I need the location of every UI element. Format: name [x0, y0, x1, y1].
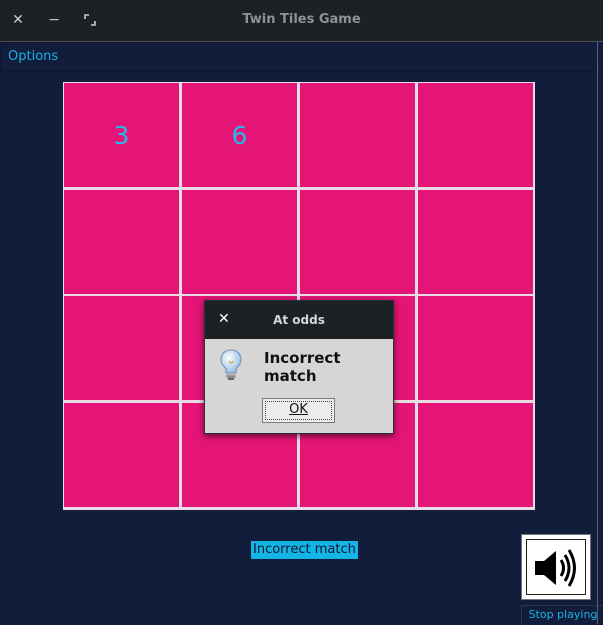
- menu-bar: Options: [0, 42, 599, 72]
- tile-r3-c1[interactable]: [64, 296, 179, 400]
- lightbulb-icon: [220, 349, 242, 380]
- window-edge: [597, 42, 603, 624]
- sound-button-frame: [526, 539, 586, 595]
- window-title: Twin Tiles Game: [242, 12, 361, 27]
- ok-button[interactable]: OK: [262, 398, 335, 423]
- sound-toggle-button[interactable]: [521, 534, 591, 600]
- tile-r2-c1[interactable]: [64, 190, 179, 294]
- tile-r2-c3[interactable]: [300, 190, 415, 294]
- stop-playing-label[interactable]: Stop playing: [521, 605, 603, 625]
- status-message: Incorrect match: [251, 541, 358, 559]
- tile-r4-c1[interactable]: [64, 403, 179, 507]
- alert-dialog: ✕ At odds Incorrect match OK: [204, 300, 394, 434]
- tile-r1-c3[interactable]: [300, 83, 415, 187]
- tile-r1-c1[interactable]: 3: [64, 83, 179, 187]
- tile-r2-c2[interactable]: [182, 190, 297, 294]
- dialog-title: At odds: [273, 313, 325, 327]
- tile-r1-c4[interactable]: [418, 83, 533, 187]
- dialog-titlebar: ✕ At odds: [205, 301, 393, 339]
- tile-r3-c4[interactable]: [418, 296, 533, 400]
- dialog-message: Incorrect match: [264, 349, 341, 385]
- tile-r4-c4[interactable]: [418, 403, 533, 507]
- game-board: 36: [63, 82, 535, 510]
- tile-r1-c2[interactable]: 6: [182, 83, 297, 187]
- speaker-icon: [535, 549, 576, 587]
- tile-r2-c4[interactable]: [418, 190, 533, 294]
- window-titlebar: ✕ − Twin Tiles Game: [0, 0, 603, 42]
- ok-focus-ring: [265, 401, 332, 420]
- menu-options[interactable]: Options: [8, 49, 58, 64]
